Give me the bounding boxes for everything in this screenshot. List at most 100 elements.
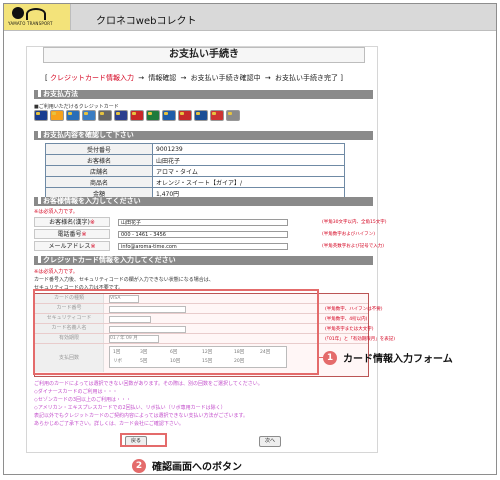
page-title: お支払い手続き: [43, 47, 365, 63]
card-brand-icon: [50, 110, 64, 121]
required-mark: ※: [81, 231, 87, 238]
cc-hint: (半角数字、4桁以内): [325, 317, 368, 322]
card-chip-icon: [84, 112, 88, 115]
field-label-text: 電話番号: [57, 231, 82, 238]
field-label-text: お客様名(漢字): [49, 219, 90, 226]
order-table: 受付番号 9001239 お客様名 山田花子 店舗名 アロマ・タイム 商品名 オレンジ・…: [45, 143, 345, 199]
step-4: お支払い手続き完了: [275, 74, 338, 82]
customer-name-row: お客様名(漢字)※ 山田花子 (半角30文字以内、全角15文字): [34, 217, 386, 227]
payment-page: お支払い手続き [ クレジットカード情報入力 → 情報確認 → お支払い手続き確…: [26, 46, 395, 453]
step-2: 情報確認: [148, 74, 177, 82]
saison-note: ◇セゾンカードの3回以上のご利用は・・・: [34, 397, 132, 403]
card-chip-icon: [180, 112, 184, 115]
card-chip-icon: [100, 112, 104, 115]
cc-note-text: カード番号入力後、セキュリティコードの欄が入力できない状態になる場合は、: [34, 277, 214, 283]
card-chip-icon: [52, 112, 56, 115]
field-hint: (半角30文字以内、全角15文字): [322, 220, 387, 225]
card-brand-icon: [34, 110, 48, 121]
callout-button: 2 確認画面へのボタン: [132, 458, 242, 473]
step-arrow: →: [138, 74, 145, 82]
card-brand-icon: [130, 110, 144, 121]
logo-text: YAMATO TRANSPORT: [8, 21, 53, 26]
card-chip-icon: [36, 112, 40, 115]
cc-hint: (半角英字または大文字): [325, 327, 374, 332]
phone-input[interactable]: 000 - 1461 - 3456: [118, 231, 288, 238]
steps-open: [: [45, 74, 48, 82]
required-mark: ※: [90, 243, 96, 250]
card-brand-icon: [82, 110, 96, 121]
card-brand-icon: [210, 110, 224, 121]
cat-ear-icon: [26, 8, 46, 20]
step-arrow: →: [180, 74, 187, 82]
brand-logo: YAMATO TRANSPORT: [4, 4, 71, 30]
cc-hint: (半角数字、ハイフンは不要): [325, 307, 383, 312]
card-chip-icon: [212, 112, 216, 115]
credit-card-heading: クレジットカード情報を入力してください: [34, 256, 373, 265]
cc-hint: (「01年」と「有効期限月」を表記): [325, 337, 395, 342]
field-label: 電話番号※: [34, 229, 110, 239]
card-brand-icon: [98, 110, 112, 121]
cc-required-note: ※は必須入力です。: [34, 269, 78, 275]
card-brand-icon: [114, 110, 128, 121]
cat-logo-icon: [12, 7, 24, 19]
step-3: お支払い手続き確認中: [190, 74, 261, 82]
required-mark: ※: [89, 219, 95, 226]
field-label: お客様名(漢字)※: [34, 217, 110, 227]
contract-note: 表記以外でもクレジットカードのご契約内容によっては選択できない支払い方法がござい…: [34, 413, 249, 419]
table-row: 商品名 オレンジ・スイート【ガイア】/: [45, 176, 345, 188]
field-hint: (半角数字およびハイフン): [322, 232, 376, 237]
callout-label: カード情報入力フォーム: [343, 354, 453, 365]
payment-method-heading: お支払方法: [34, 90, 373, 99]
accepted-cards: [34, 110, 242, 122]
table-row: 店舗名 アロマ・タイム: [45, 165, 345, 177]
button-highlight: [120, 433, 167, 447]
accepted-cards-note: ■ご利用いただけるクレジットカード: [34, 104, 119, 110]
phone-row: 電話番号※ 000 - 1461 - 3456 (半角数字およびハイフン): [34, 229, 376, 239]
callout-number: 2: [132, 458, 146, 473]
card-form-highlight: [33, 289, 319, 375]
card-brand-icon: [66, 110, 80, 121]
order-value: 山田花子: [152, 154, 345, 166]
card-brand-icon: [178, 110, 192, 121]
order-key: 受付番号: [45, 143, 153, 155]
email-input[interactable]: info@aroma-time.com: [118, 243, 288, 250]
step-arrow: →: [264, 74, 271, 82]
card-chip-icon: [116, 112, 120, 115]
step-1: クレジットカード情報入力: [49, 74, 134, 82]
customer-name-input[interactable]: 山田花子: [118, 219, 288, 226]
card-brand-icon: [194, 110, 208, 121]
required-note: ※は必須入力です。: [34, 209, 78, 215]
order-key: 店舗名: [45, 165, 153, 177]
field-label-text: メールアドレス: [48, 243, 91, 250]
customer-heading: お客様情報を入力してください: [34, 197, 373, 206]
field-hint: (半角英数字および記号で入力): [322, 244, 385, 249]
callout-number: 1: [323, 350, 337, 365]
field-label: メールアドレス※: [34, 241, 110, 251]
next-button[interactable]: 次へ: [259, 436, 281, 447]
card-brand-icon: [162, 110, 176, 121]
card-chip-icon: [148, 112, 152, 115]
table-row: 受付番号 9001239: [45, 143, 345, 155]
card-chip-icon: [196, 112, 200, 115]
order-value: オレンジ・スイート【ガイア】/: [152, 176, 345, 188]
order-value: アロマ・タイム: [152, 165, 345, 177]
diners-note: ◇ダイナースカードのご利用は・・・: [34, 389, 118, 395]
steps-close: ]: [340, 74, 343, 82]
card-chip-icon: [228, 112, 232, 115]
order-key: 商品名: [45, 176, 153, 188]
app-title: クロネコwebコレクト: [96, 16, 197, 27]
contact-note: あらかじめご了承下さい。詳しくは、カード会社にご確認下さい。: [34, 421, 184, 427]
table-row: お客様名 山田花子: [45, 154, 345, 166]
callout-label: 確認画面へのボタン: [152, 462, 242, 473]
amex-note: ◇アメリカン・エキスプレスカードでの2回払い、リボ払い（リボ専用カードは除く）: [34, 405, 226, 411]
card-chip-icon: [68, 112, 72, 115]
screenshot-frame: YAMATO TRANSPORT クロネコwebコレクト お支払い手続き [ ク…: [3, 3, 497, 475]
email-row: メールアドレス※ info@aroma-time.com (半角英数字および記号…: [34, 241, 384, 251]
installment-note: ご利用のカードによっては選択できない回数があります。その際は、別の回数をご選択し…: [34, 381, 263, 387]
card-brand-icon: [146, 110, 160, 121]
order-key: お客様名: [45, 154, 153, 166]
callout-card-form: 1 カード情報入力フォーム: [323, 350, 453, 365]
step-indicator: [ クレジットカード情報入力 → 情報確認 → お支払い手続き確認中 → お支払…: [45, 72, 359, 84]
app-header: YAMATO TRANSPORT クロネコwebコレクト: [4, 4, 496, 31]
card-brand-icon: [226, 110, 240, 121]
